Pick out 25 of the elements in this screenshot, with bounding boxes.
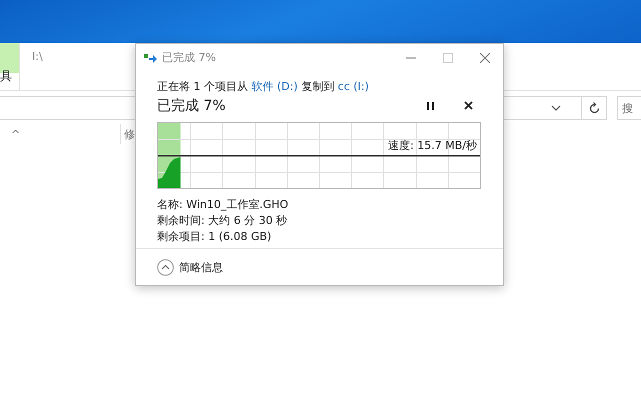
ribbon-tab[interactable]: 具	[0, 43, 20, 90]
detail-line: 剩余项目: 1 (6.08 GB)	[157, 229, 272, 245]
progress-heading: 已完成 7%	[157, 97, 227, 115]
window-title: 已完成 7%	[162, 50, 217, 65]
copy-description: 正在将 1 个项目从 软件 (D:) 复制到 cc (I:)	[157, 79, 370, 94]
chevron-down-icon[interactable]	[551, 105, 561, 111]
close-icon	[464, 101, 472, 111]
copy-icon	[144, 52, 157, 62]
details-toggle[interactable]: 简略信息	[157, 258, 223, 276]
speed-area	[158, 157, 181, 188]
drive-link[interactable]: 软件 (D:)	[252, 80, 298, 93]
chevron-up-icon	[157, 258, 174, 276]
detail-line: 名称: Win10_工作室.GHO	[157, 197, 290, 213]
close-icon	[480, 52, 490, 62]
column-header[interactable]: 修	[124, 126, 135, 142]
pause-icon	[426, 101, 434, 111]
refresh-icon	[588, 102, 600, 114]
refresh-button[interactable]	[582, 96, 607, 120]
detail-line: 剩余时间: 大约 6 分 30 秒	[157, 213, 288, 229]
speed-label: 速度: 15.7 MB/秒	[388, 138, 477, 153]
drive-link[interactable]: cc (I:)	[338, 80, 369, 93]
sort-caret[interactable]: ^	[11, 128, 120, 140]
search-field[interactable]: 搜	[617, 96, 641, 120]
window-path: I:\	[31, 49, 43, 65]
maximize-icon	[442, 52, 452, 62]
